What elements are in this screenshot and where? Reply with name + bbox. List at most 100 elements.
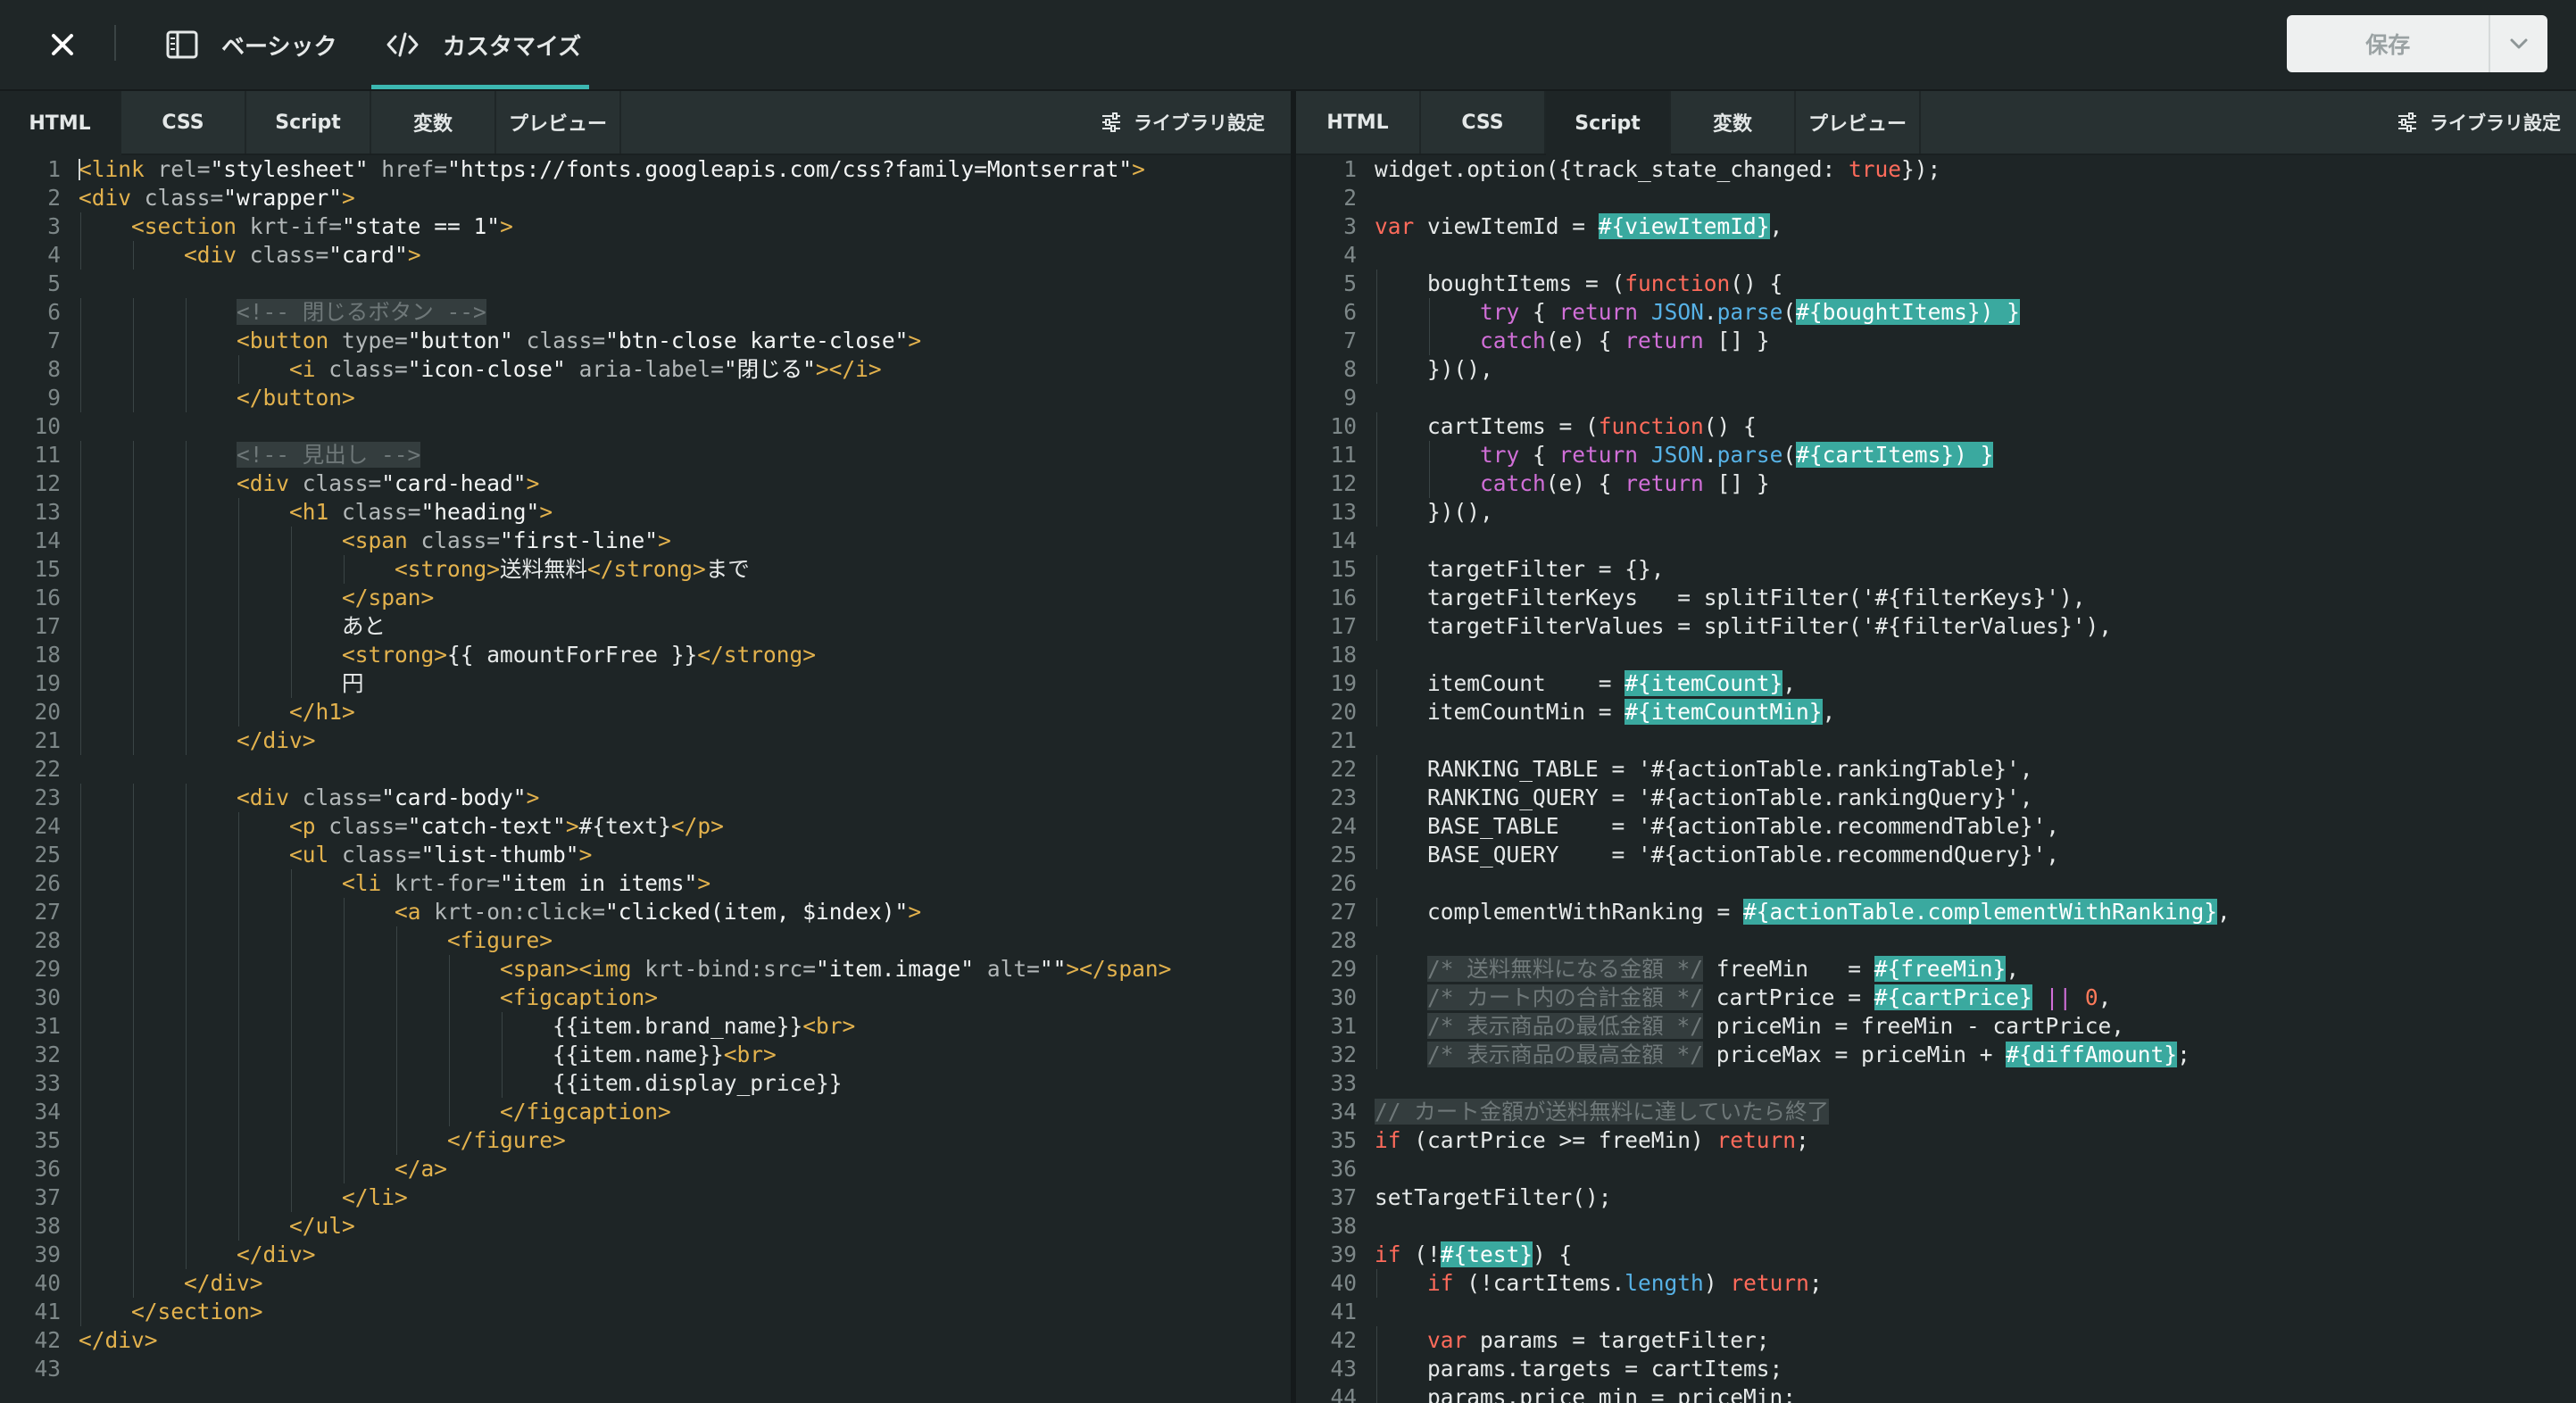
code-text: if (!#{test}) { (1375, 1241, 1573, 1267)
code-text: </section> (131, 1299, 263, 1324)
active-tab-indicator (371, 85, 589, 89)
library-settings-button[interactable]: ライブラリ設定 (2397, 91, 2561, 154)
line-number: 17 (1330, 613, 1357, 639)
code-text: setTargetFilter(); (1375, 1184, 1612, 1210)
code-text: widget.option({track_state_changed: true… (1375, 156, 1941, 182)
code-text: catch(e) { return [] } (1480, 328, 1770, 353)
code-line: 33 {{item.display_price}} (0, 1069, 1291, 1098)
line-number: 5 (1343, 270, 1357, 296)
line-number: 24 (1330, 813, 1357, 839)
save-button[interactable]: 保存 (2287, 15, 2489, 72)
script-editor-pane: HTML CSS Script 変数 プレビュー ライブラリ設定 1 widget… (1296, 91, 2576, 1403)
tab-css[interactable]: CSS (121, 91, 246, 154)
code-text: })(), (1427, 499, 1493, 525)
line-number: 32 (34, 1042, 61, 1067)
code-editor-script[interactable]: 1 widget.option({track_state_changed: tru… (1296, 155, 2576, 1403)
sliders-icon (2398, 112, 2416, 132)
code-text: 円 (342, 670, 364, 696)
code-line: 41 </section> (0, 1298, 1291, 1326)
line-number: 10 (34, 413, 61, 439)
line-number: 36 (34, 1156, 61, 1182)
code-text: BASE_QUERY = '#{actionTable.recommendQue… (1427, 842, 2060, 868)
line-number: 32 (1330, 1042, 1357, 1067)
code-line: 37 setTargetFilter(); (1296, 1183, 2576, 1212)
code-line: 25 <ul class="list-thumb"> (0, 841, 1291, 869)
code-line: 26 <li krt-for="item in items"> (0, 869, 1291, 898)
code-line: 18 <strong>{{ amountForFree }}</strong> (0, 641, 1291, 669)
line-number: 26 (34, 870, 61, 896)
line-number: 38 (1330, 1213, 1357, 1239)
tab-script[interactable]: Script (246, 91, 371, 154)
save-dropdown-button[interactable] (2489, 15, 2547, 72)
code-line: 32 /* 表示商品の最高金額 */ priceMax = priceMin +… (1296, 1041, 2576, 1069)
line-number: 30 (34, 984, 61, 1010)
code-text: </div> (237, 1241, 316, 1267)
code-line: 38 (1296, 1212, 2576, 1241)
code-line: 10 cartItems = (function() { (1296, 412, 2576, 441)
tab-html[interactable]: HTML (0, 91, 121, 155)
code-line: 24 BASE_TABLE = '#{actionTable.recommend… (1296, 812, 2576, 841)
code-text: /* 送料無料になる金額 */ freeMin = #{freeMin}, (1427, 956, 2020, 982)
line-number: 34 (34, 1099, 61, 1125)
code-editor-html[interactable]: 1 <link rel="stylesheet" href="https://fo… (0, 155, 1291, 1403)
code-text: </span> (342, 585, 435, 610)
line-number: 39 (1330, 1241, 1357, 1267)
line-number: 11 (34, 442, 61, 468)
line-number: 19 (34, 670, 61, 696)
library-settings-label: ライブラリ設定 (1134, 112, 1265, 134)
line-number: 9 (47, 385, 61, 411)
code-line: 6 <!-- 閉じるボタン --> (0, 298, 1291, 327)
code-line: 31 /* 表示商品の最低金額 */ priceMin = freeMin - … (1296, 1012, 2576, 1041)
code-text: if (cartPrice >= freeMin) return; (1375, 1127, 1809, 1153)
code-line: 3 var viewItemId = #{viewItemId}, (1296, 212, 2576, 241)
code-line: 28 <figure> (0, 926, 1291, 955)
line-number: 28 (34, 927, 61, 953)
line-number: 24 (34, 813, 61, 839)
code-text: </li> (342, 1184, 408, 1210)
line-number: 18 (34, 642, 61, 668)
tab-html[interactable]: HTML (1296, 91, 1421, 154)
tab-css[interactable]: CSS (1421, 91, 1546, 154)
tab-preview[interactable]: プレビュー (1796, 91, 1921, 154)
code-line: 31 {{item.brand_name}}<br> (0, 1012, 1291, 1041)
line-number: 35 (1330, 1127, 1357, 1153)
code-text: <div class="card-head"> (237, 470, 540, 496)
code-line: 25 BASE_QUERY = '#{actionTable.recommend… (1296, 841, 2576, 869)
code-line: 4 (1296, 241, 2576, 270)
code-line: 21 (1296, 726, 2576, 755)
code-text: </div> (184, 1270, 263, 1296)
code-line: 30 /* カート内の合計金額 */ cartPrice = #{cartPri… (1296, 984, 2576, 1012)
code-line: 40 if (!cartItems.length) return; (1296, 1269, 2576, 1298)
line-number: 20 (1330, 699, 1357, 725)
line-number: 25 (34, 842, 61, 868)
tab-variables[interactable]: 変数 (371, 91, 496, 154)
tab-variables[interactable]: 変数 (1671, 91, 1796, 154)
tab-customize[interactable]: カスタマイズ (386, 0, 581, 89)
library-settings-button[interactable]: ライブラリ設定 (1101, 91, 1265, 154)
line-number: 8 (1343, 356, 1357, 382)
line-number: 41 (34, 1299, 61, 1324)
code-line: 14 <span class="first-line"> (0, 527, 1291, 555)
code-text: <link rel="stylesheet" href="https://fon… (79, 156, 1145, 182)
code-text: itemCount = #{itemCount}, (1427, 670, 1797, 696)
code-icon (386, 31, 420, 58)
code-text: <div class="card-body"> (237, 785, 540, 810)
line-number: 40 (34, 1270, 61, 1296)
code-line: 16 targetFilterKeys = splitFilter('#{fil… (1296, 584, 2576, 612)
line-number: 44 (1330, 1384, 1357, 1403)
close-button[interactable] (45, 27, 80, 62)
code-text: <span><img krt-bind:src="item.image" alt… (500, 956, 1172, 982)
tab-script[interactable]: Script (1546, 91, 1671, 155)
tab-basic[interactable]: ベーシック (166, 0, 337, 89)
line-number: 10 (1330, 413, 1357, 439)
code-line: 42 </div> (0, 1326, 1291, 1355)
tab-preview[interactable]: プレビュー (496, 91, 621, 154)
close-icon (52, 34, 73, 55)
code-line: 4 <div class="card"> (0, 241, 1291, 270)
layout-icon (166, 30, 198, 59)
line-number: 6 (47, 299, 61, 325)
code-line: 43 params.targets = cartItems; (1296, 1355, 2576, 1383)
editor-tabbar-left: HTML CSS Script 変数 プレビュー ライブラリ設定 (0, 91, 1291, 155)
line-number: 34 (1330, 1099, 1357, 1125)
code-line: 15 <strong>送料無料</strong>まで (0, 555, 1291, 584)
